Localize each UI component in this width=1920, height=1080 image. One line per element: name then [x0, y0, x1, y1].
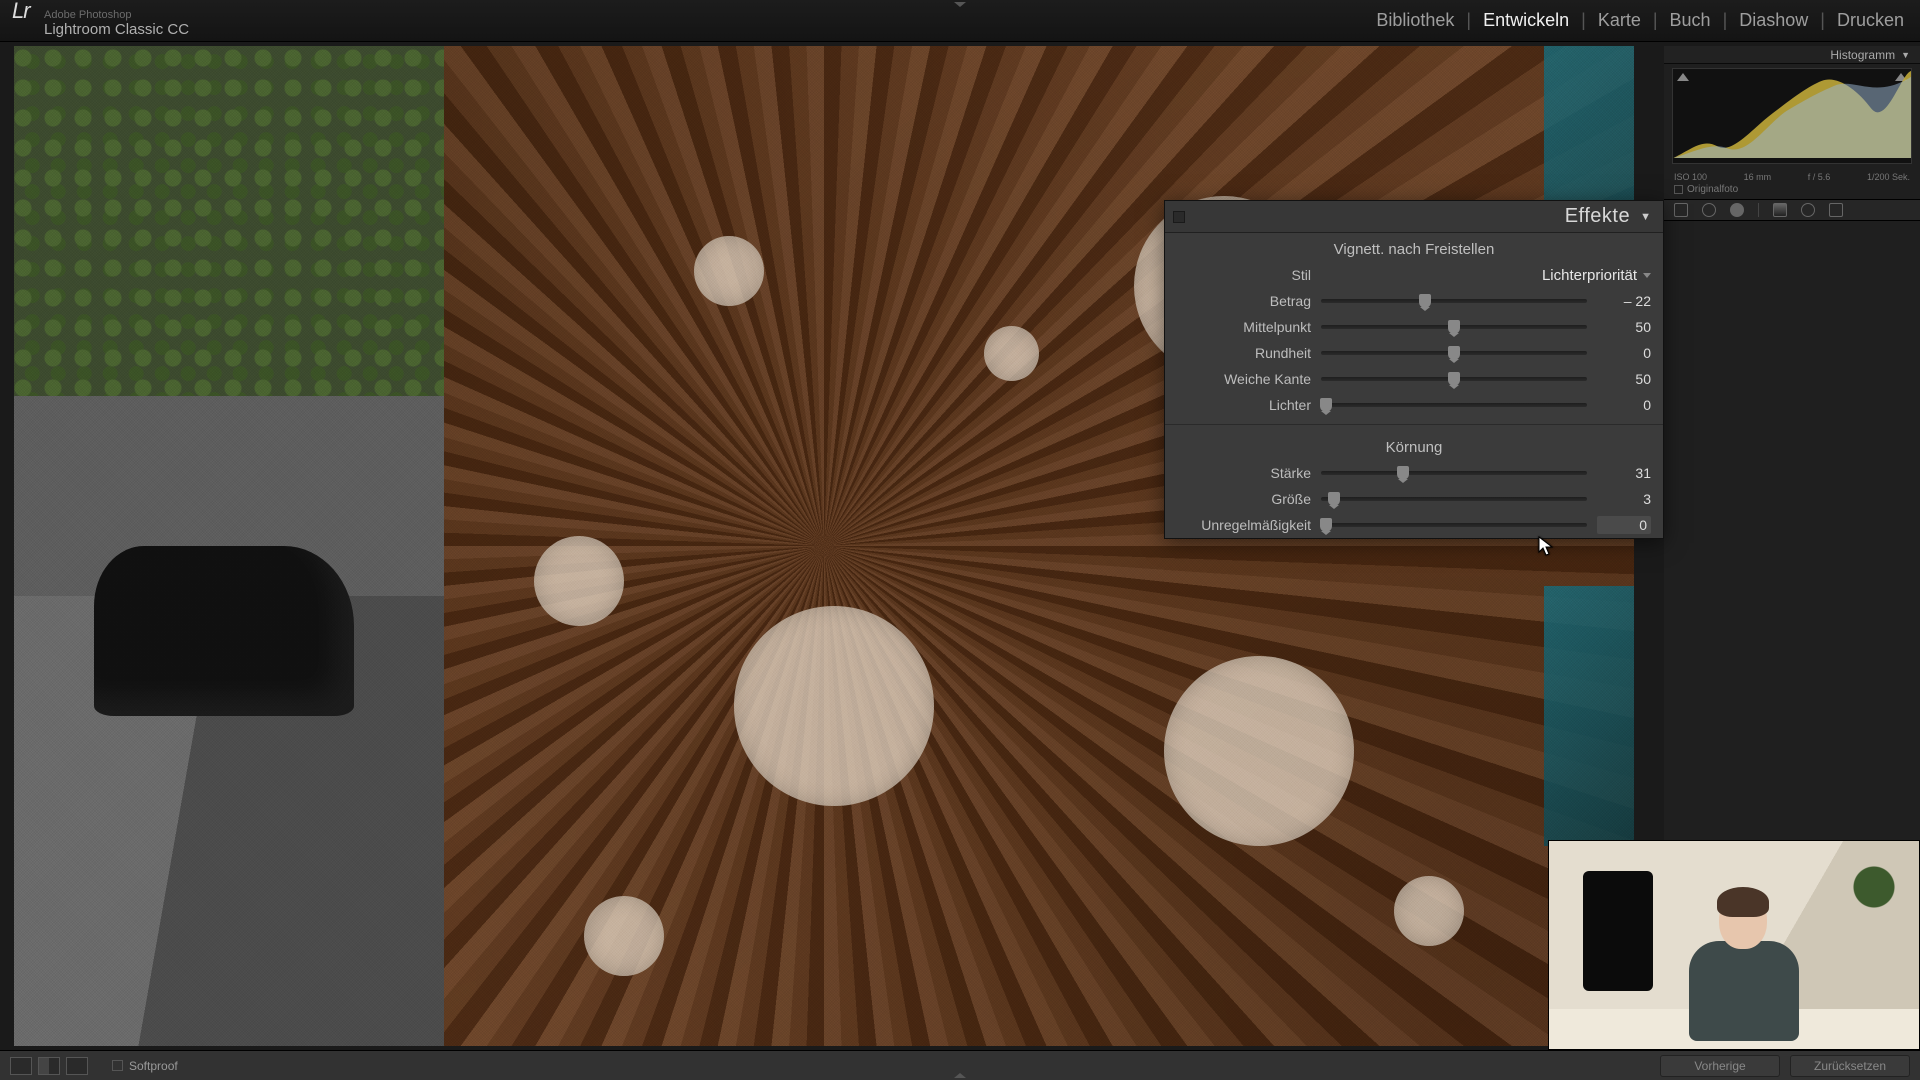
grain-slider-1: Größe 3 — [1165, 486, 1663, 512]
chevron-down-icon: ▼ — [1901, 50, 1910, 60]
checkbox-icon — [1674, 185, 1683, 194]
slider-value[interactable]: 3 — [1597, 491, 1651, 507]
bottom-panel-handle-icon[interactable] — [954, 1073, 966, 1078]
slider-label: Stärke — [1173, 465, 1311, 481]
module-library[interactable]: Bibliothek — [1372, 6, 1458, 35]
slider-label: Mittelpunkt — [1173, 319, 1311, 335]
vignette-style-label: Stil — [1173, 267, 1311, 283]
slider-value[interactable]: 50 — [1597, 371, 1651, 387]
effects-panel: Effekte ▼ Vignett. nach Freistellen Stil… — [1164, 200, 1664, 539]
histogram-header[interactable]: Histogramm ▼ — [1664, 46, 1920, 64]
brand: Lr Adobe Photoshop Lightroom Classic CC — [12, 4, 189, 38]
vignette-style-row: Stil Lichterpriorität — [1165, 262, 1663, 288]
module-book[interactable]: Buch — [1666, 6, 1715, 35]
loupe-view-button[interactable] — [10, 1057, 32, 1075]
slider-thumb-icon[interactable] — [1320, 398, 1332, 412]
vignette-slider-3: Weiche Kante 50 — [1165, 366, 1663, 392]
slider-track[interactable] — [1321, 351, 1587, 355]
histogram-title: Histogramm — [1830, 48, 1895, 62]
app-logo-icon: Lr — [12, 4, 38, 24]
app-name: Lightroom Classic CC — [44, 21, 189, 38]
slider-track[interactable] — [1321, 471, 1587, 475]
slider-value[interactable]: – 22 — [1597, 293, 1651, 309]
checkbox-icon — [112, 1060, 123, 1071]
slider-thumb-icon[interactable] — [1397, 466, 1409, 480]
reset-button[interactable]: Zurücksetzen — [1790, 1055, 1910, 1077]
slider-value[interactable]: 0 — [1597, 345, 1651, 361]
dropdown-icon — [1643, 273, 1651, 278]
slider-track[interactable] — [1321, 299, 1587, 303]
vignette-slider-0: Betrag – 22 — [1165, 288, 1663, 314]
adjustment-brush-icon[interactable] — [1829, 203, 1843, 217]
histogram[interactable] — [1672, 68, 1912, 164]
vignette-slider-4: Lichter 0 — [1165, 392, 1663, 418]
vendor-label: Adobe Photoshop — [44, 10, 189, 21]
before-after-button[interactable] — [38, 1057, 60, 1075]
vignette-heading: Vignett. nach Freistellen — [1165, 233, 1663, 262]
effects-panel-title: Effekte — [1565, 205, 1630, 228]
meta-shutter: 1/200 Sek. — [1867, 172, 1910, 182]
slider-value[interactable]: 0 — [1597, 516, 1651, 534]
meta-iso: ISO 100 — [1674, 172, 1707, 182]
slider-thumb-icon[interactable] — [1448, 320, 1460, 334]
slider-label: Betrag — [1173, 293, 1311, 309]
image-canvas[interactable] — [14, 46, 1634, 1046]
radial-filter-icon[interactable] — [1801, 203, 1815, 217]
crop-tool-icon[interactable] — [1674, 203, 1688, 217]
slider-value[interactable]: 50 — [1597, 319, 1651, 335]
slider-label: Größe — [1173, 491, 1311, 507]
chevron-down-icon: ▼ — [1640, 211, 1651, 223]
graduated-filter-icon[interactable] — [1773, 203, 1787, 217]
slider-thumb-icon[interactable] — [1448, 346, 1460, 360]
slider-value[interactable]: 31 — [1597, 465, 1651, 481]
redeye-tool-icon[interactable] — [1730, 203, 1744, 217]
slider-track[interactable] — [1321, 523, 1587, 527]
second-view-button[interactable] — [66, 1057, 88, 1075]
module-slideshow[interactable]: Diashow — [1735, 6, 1812, 35]
meta-focal: 16 mm — [1744, 172, 1772, 182]
slider-track[interactable] — [1321, 377, 1587, 381]
slider-thumb-icon[interactable] — [1419, 294, 1431, 308]
slider-track[interactable] — [1321, 497, 1587, 501]
slider-value[interactable]: 0 — [1597, 397, 1651, 413]
original-photo-toggle[interactable]: Originalfoto — [1664, 184, 1920, 199]
top-panel-handle-icon[interactable] — [947, 2, 973, 8]
webcam-overlay — [1548, 840, 1920, 1050]
slider-label: Lichter — [1173, 397, 1311, 413]
softproof-toggle[interactable]: Softproof — [112, 1059, 178, 1073]
meta-aperture: f / 5.6 — [1808, 172, 1831, 182]
grain-slider-2: Unregelmäßigkeit 0 — [1165, 512, 1663, 538]
spot-removal-tool-icon[interactable] — [1702, 203, 1716, 217]
panel-switch-icon[interactable] — [1173, 211, 1185, 223]
previous-button[interactable]: Vorherige — [1660, 1055, 1780, 1077]
slider-label: Rundheit — [1173, 345, 1311, 361]
module-develop[interactable]: Entwickeln — [1479, 6, 1573, 35]
effects-panel-header[interactable]: Effekte ▼ — [1165, 201, 1663, 233]
grain-heading: Körnung — [1165, 431, 1663, 460]
slider-label: Weiche Kante — [1173, 371, 1311, 387]
grain-slider-0: Stärke 31 — [1165, 460, 1663, 486]
vignette-style-select[interactable]: Lichterpriorität — [1321, 267, 1651, 284]
vignette-slider-1: Mittelpunkt 50 — [1165, 314, 1663, 340]
slider-thumb-icon[interactable] — [1320, 518, 1332, 532]
module-print[interactable]: Drucken — [1833, 6, 1908, 35]
vignette-slider-2: Rundheit 0 — [1165, 340, 1663, 366]
module-map[interactable]: Karte — [1594, 6, 1645, 35]
slider-label: Unregelmäßigkeit — [1173, 517, 1311, 533]
slider-thumb-icon[interactable] — [1448, 372, 1460, 386]
slider-thumb-icon[interactable] — [1328, 492, 1340, 506]
exposure-meta: ISO 100 16 mm f / 5.6 1/200 Sek. — [1664, 168, 1920, 184]
slider-track[interactable] — [1321, 403, 1587, 407]
slider-track[interactable] — [1321, 325, 1587, 329]
module-picker: Bibliothek| Entwickeln| Karte| Buch| Dia… — [1372, 6, 1908, 35]
local-tools-row — [1664, 199, 1920, 221]
